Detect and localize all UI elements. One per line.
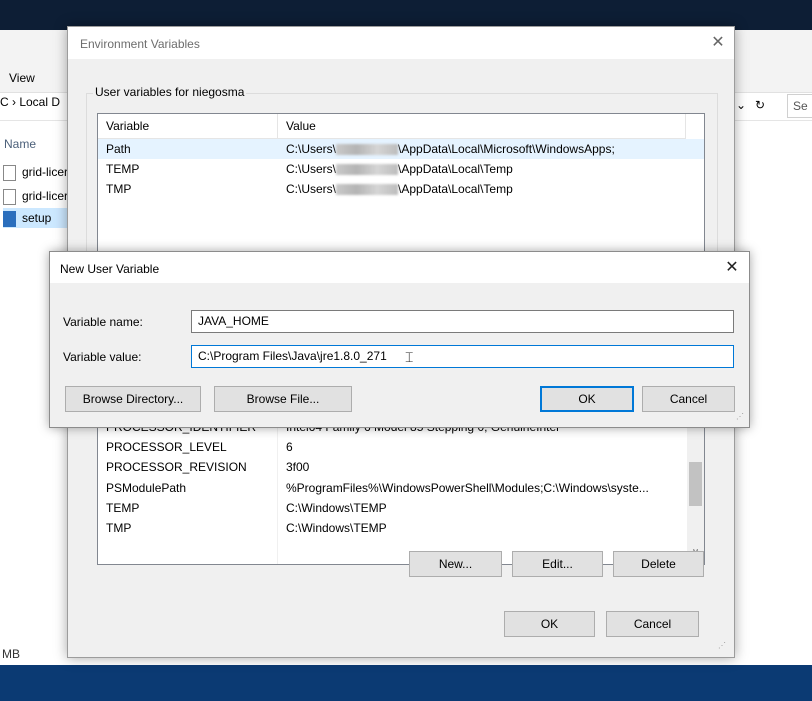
file-icon <box>3 188 16 205</box>
redacted-username <box>336 144 399 156</box>
column-header-value[interactable]: Value <box>278 114 686 139</box>
nuv-dialog-title: New User Variable <box>60 262 160 276</box>
redacted-username <box>336 184 399 196</box>
chevron-down-icon[interactable]: ⌄ <box>736 98 746 112</box>
explorer-view-tab[interactable]: View <box>9 71 35 85</box>
variable-value-cell: C:\Windows\TEMP <box>286 521 387 535</box>
user-variables-group-label: User variables for niegosma <box>93 85 247 99</box>
table-row[interactable]: PROCESSOR_REVISION 3f00 <box>98 457 704 477</box>
column-header-label: Value <box>286 119 316 133</box>
variable-name-cell: TMP <box>106 182 132 196</box>
explorer-file-item[interactable]: grid-licer <box>3 186 68 206</box>
file-name: grid-licer <box>22 165 69 179</box>
column-header-label: Variable <box>106 119 150 133</box>
table-row[interactable]: Path C:\Users\ \AppData\Local\Microsoft\W… <box>98 139 704 159</box>
env-dialog-title: Environment Variables <box>80 37 200 51</box>
value-suffix: \AppData\Local\Temp <box>398 162 513 176</box>
file-icon <box>3 164 16 181</box>
value-suffix: \AppData\Local\Microsoft\WindowsApps; <box>398 142 615 156</box>
explorer-file-item[interactable]: grid-licer <box>3 162 68 182</box>
file-name: setup <box>22 211 52 225</box>
variable-value-cell: %ProgramFiles%\WindowsPowerShell\Modules… <box>286 481 649 495</box>
system-variables-list[interactable]: PROCESSOR_IDENTIFIER Intel64 Family 6 Mo… <box>97 423 705 565</box>
variable-name-cell: Path <box>106 142 131 156</box>
variable-name-cell: TEMP <box>106 501 140 515</box>
variable-name-cell: TMP <box>106 521 132 535</box>
file-name: grid-licer <box>22 189 69 203</box>
table-row[interactable]: TEMP C:\Users\ \AppData\Local\Temp <box>98 159 704 179</box>
variable-name-cell: PROCESSOR_REVISION <box>106 460 247 474</box>
setup-icon <box>3 210 16 227</box>
new-system-variable-button[interactable]: New... <box>409 551 502 577</box>
table-row[interactable]: PSModulePath %ProgramFiles%\WindowsPower… <box>98 478 704 498</box>
variable-value-cell: C:\Users\ \AppData\Local\Microsoft\Window… <box>286 139 615 159</box>
variable-value-cell: C:\Users\ \AppData\Local\Temp <box>286 179 513 199</box>
table-row[interactable]: TMP C:\Windows\TEMP <box>98 518 704 538</box>
variable-value-input[interactable]: C:\Program Files\Java\jre1.8.0_271 <box>191 345 734 368</box>
variable-name-cell: PSModulePath <box>106 481 187 495</box>
variable-value-cell: 6 <box>286 440 293 454</box>
table-row[interactable]: TMP C:\Users\ \AppData\Local\Temp <box>98 179 704 199</box>
env-ok-button[interactable]: OK <box>504 611 595 637</box>
resize-grip-icon[interactable]: ⋰ <box>718 642 728 652</box>
nuv-cancel-button[interactable]: Cancel <box>642 386 735 412</box>
value-prefix: C:\Users\ <box>286 162 337 176</box>
taskbar-band <box>0 665 812 701</box>
refresh-icon[interactable]: ↻ <box>755 98 765 112</box>
column-separator[interactable] <box>685 114 686 138</box>
variable-value-label: Variable value: <box>63 350 142 364</box>
close-icon[interactable]: ✕ <box>708 33 728 53</box>
value-prefix: C:\Users\ <box>286 142 337 156</box>
column-header-variable[interactable]: Variable <box>98 114 278 139</box>
value-prefix: C:\Users\ <box>286 182 337 196</box>
variable-name-cell: TEMP <box>106 162 140 176</box>
browse-file-button[interactable]: Browse File... <box>214 386 352 412</box>
explorer-status-text: MB <box>2 647 20 661</box>
variable-value-cell: C:\Windows\TEMP <box>286 501 387 515</box>
table-row[interactable]: TEMP C:\Windows\TEMP <box>98 498 704 518</box>
table-row[interactable]: PROCESSOR_LEVEL 6 <box>98 437 704 457</box>
variable-value-cell: C:\Users\ \AppData\Local\Temp <box>286 159 513 179</box>
explorer-file-item-selected[interactable]: setup <box>3 208 69 228</box>
explorer-name-column-header[interactable]: Name <box>4 137 36 151</box>
browse-directory-button[interactable]: Browse Directory... <box>65 386 201 412</box>
edit-system-variable-button[interactable]: Edit... <box>512 551 603 577</box>
env-cancel-button[interactable]: Cancel <box>606 611 699 637</box>
nuv-ok-button[interactable]: OK <box>540 386 634 412</box>
new-user-variable-dialog: New User Variable ✕ Variable name: JAVA_… <box>49 251 750 428</box>
explorer-address[interactable]: C › Local D <box>0 95 60 109</box>
variable-value-cell: 3f00 <box>286 460 310 474</box>
delete-system-variable-button[interactable]: Delete <box>613 551 704 577</box>
user-variables-list[interactable]: Variable Value Path C:\Users\ \AppData\Lo… <box>97 113 705 255</box>
resize-grip-icon[interactable]: ⋰ <box>736 413 746 423</box>
close-icon[interactable]: ✕ <box>721 257 743 279</box>
explorer-search-input[interactable]: Se <box>787 94 812 118</box>
variable-name-input[interactable]: JAVA_HOME <box>191 310 734 333</box>
redacted-username <box>336 164 399 176</box>
text-cursor-icon: ⌶ <box>405 349 414 365</box>
scrollbar-thumb[interactable] <box>689 462 702 506</box>
variable-name-label: Variable name: <box>63 315 143 329</box>
variable-name-cell: PROCESSOR_LEVEL <box>106 440 227 454</box>
value-suffix: \AppData\Local\Temp <box>398 182 513 196</box>
